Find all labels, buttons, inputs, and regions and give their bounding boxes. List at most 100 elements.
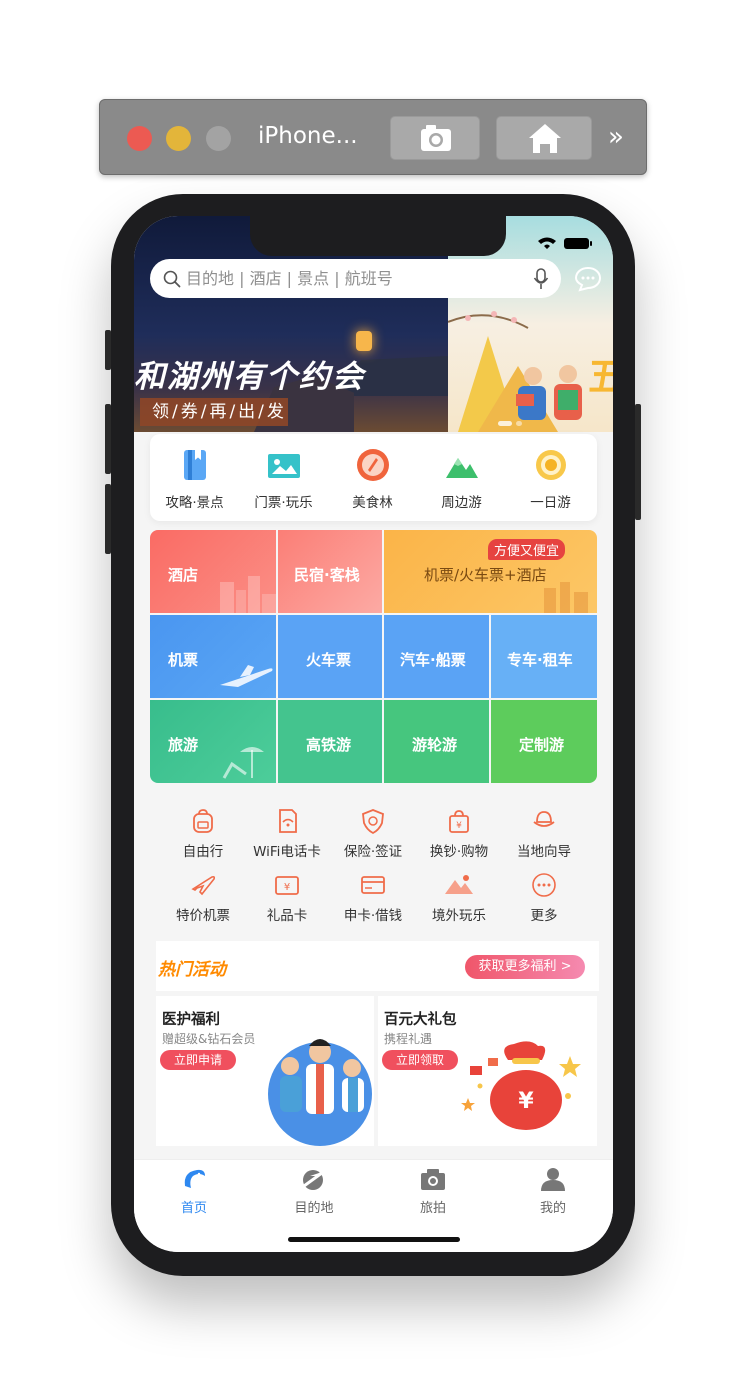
tab-home[interactable]: 首页 [154,1166,234,1216]
mountain-icon [446,458,478,478]
train-tile[interactable]: 火车票 [278,615,382,698]
rail-tour-tile[interactable]: 高铁游 [278,700,382,783]
promo-medical[interactable]: 医护福利 赠超级&钻石会员 立即申请 [156,996,374,1146]
volume-up-button [105,404,111,474]
service-more[interactable]: 更多 [494,872,594,924]
wifi-icon [538,237,556,249]
tab-label: 首页 [180,1201,207,1216]
train-label: 火车票 [306,651,352,669]
guide-hat-icon [533,811,555,827]
service-insurance-visa[interactable]: 保险·签证 [323,808,423,860]
service-label: 当地向导 [517,844,571,860]
car-rental-tile[interactable]: 专车·租车 [491,615,597,698]
hot-activities-title: 热门活动 [158,960,226,980]
quick-nav-nearby[interactable]: 周边游 [417,434,506,521]
quick-nav-label: 门票·玩乐 [254,495,313,511]
backpack-icon [193,809,213,833]
tab-profile[interactable]: 我的 [513,1166,593,1216]
travel-tile[interactable]: 旅游 [150,700,276,783]
banner-title: 和湖州有个约会 [134,359,365,395]
gift-card-icon: ¥ [275,876,299,895]
flight-label: 机票 [168,651,199,669]
medical-staff-illustration [268,1039,372,1146]
sun-icon [536,450,566,480]
more-icon [532,873,556,897]
service-label: WiFi电话卡 [253,844,321,860]
carousel-dot [516,421,522,426]
custom-tour-tile[interactable]: 定制游 [491,700,597,783]
homestay-tile[interactable]: 民宿·客栈 [278,530,382,613]
close-window-button[interactable] [127,126,152,151]
quick-nav: 攻略·景点 门票·玩乐 美食林 周边游 一日游 [150,434,597,521]
zoom-window-button[interactable] [206,126,231,151]
quick-nav-tickets[interactable]: 门票·玩乐 [239,434,328,521]
buildings-illustration [544,582,588,613]
quick-nav-guide[interactable]: 攻略·景点 [150,434,239,521]
hot-activities-header: 热门活动 获取更多福利 > [156,941,599,991]
camera-icon [421,125,451,151]
custom-tour-label: 定制游 [519,736,565,754]
globe-plane-icon [303,1168,327,1190]
microphone-icon[interactable] [533,268,549,290]
service-gift-card[interactable]: ¥ 礼品卡 [237,872,337,924]
shopping-bag-icon: ¥ [449,810,469,833]
cruise-tile[interactable]: 游轮游 [384,700,489,783]
landscape-icon [445,875,473,894]
city-illustration [220,576,276,613]
service-wifi-card[interactable]: WiFi电话卡 [237,808,337,860]
service-label: 申卡·借钱 [343,908,403,924]
airplane-illustration [220,665,273,687]
beach-chair-illustration [222,747,264,779]
volume-down-button [105,484,111,554]
home-button[interactable] [496,116,592,160]
quick-nav-label: 一日游 [530,495,571,511]
app-screen: 和湖州有个约会 领/券/再/出/发 五 目的地 | 酒店 | 景点 | 航班号 … [134,216,613,1252]
flight-tile[interactable]: 机票 [150,615,276,698]
quick-nav-food[interactable]: 美食林 [328,434,417,521]
combo-label: 机票/火车票+酒店 [424,566,547,584]
promo-gift-pack[interactable]: 百元大礼包 携程礼遇 立即领取 ¥ [378,996,597,1146]
wifi-card-icon [279,809,297,833]
homestay-label: 民宿·客栈 [294,566,360,584]
banner-tag: 领/券/再/出/发 [140,398,288,426]
person-icon [541,1168,565,1191]
screenshot-button[interactable] [390,116,480,160]
simulator-title: iPhone... [258,123,358,149]
status-bar-icons [538,237,592,249]
service-label: 更多 [530,908,558,924]
hotel-tile[interactable]: 酒店 [150,530,276,613]
ticket-icon [268,454,300,478]
quick-nav-label: 攻略·景点 [165,495,224,511]
service-card-loan[interactable]: 申卡·借钱 [323,872,423,924]
promo-badge: 方便又便宜 [488,539,566,560]
promo-subtitle: 赠超级&钻石会员 [162,1032,256,1046]
rail-tour-label: 高铁游 [306,736,352,754]
more-benefits-button[interactable]: 获取更多福利 > [465,955,585,979]
minimize-window-button[interactable] [166,126,191,151]
guide-book-icon [184,450,206,480]
notch [250,216,506,256]
plane-icon [191,875,216,896]
tab-label: 目的地 [294,1201,334,1216]
money-bag-illustration: ¥ [461,1041,581,1130]
search-input[interactable] [186,259,526,298]
tab-travel-photo[interactable]: 旅拍 [393,1166,473,1216]
claim-now-button[interactable]: 立即领取 [382,1050,459,1070]
car-rental-label: 专车·租车 [507,651,573,669]
cruise-label: 游轮游 [412,736,458,754]
bank-card-icon [361,876,385,894]
apply-now-button[interactable]: 立即申请 [160,1050,237,1070]
tab-destination[interactable]: 目的地 [274,1166,354,1216]
service-label: 保险·签证 [343,844,403,860]
svg-text:¥: ¥ [518,1089,534,1114]
more-actions-button[interactable]: » [608,122,624,152]
power-button [635,404,641,520]
service-label: 礼品卡 [266,908,308,924]
search-bar[interactable] [150,259,561,298]
service-local-guide[interactable]: 当地向导 [494,808,594,860]
quick-nav-label: 周边游 [441,495,482,511]
message-icon[interactable] [574,266,602,292]
quick-nav-daytrip[interactable]: 一日游 [506,434,595,521]
food-icon [357,449,389,481]
bus-ship-tile[interactable]: 汽车·船票 [384,615,489,698]
